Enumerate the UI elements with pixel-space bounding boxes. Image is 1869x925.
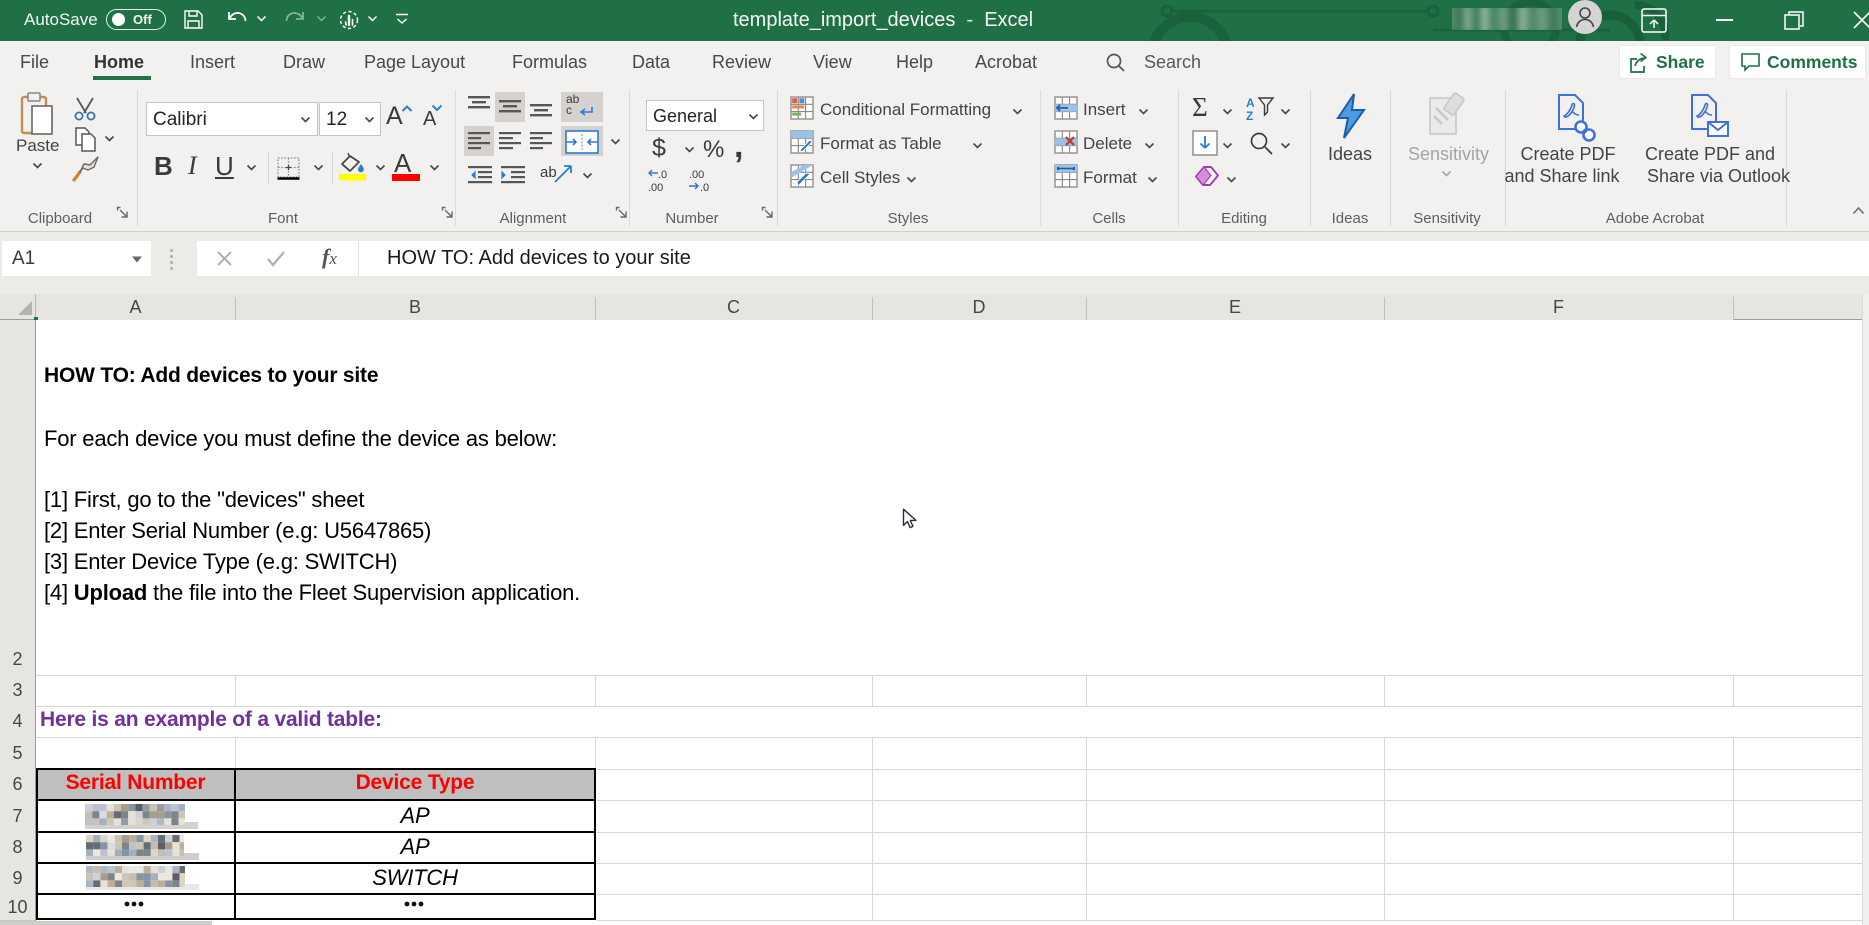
svg-text:.00: .00 — [648, 182, 663, 194]
svg-text:.0: .0 — [700, 182, 709, 194]
svg-text:.0: .0 — [658, 169, 667, 181]
svg-text:.00: .00 — [689, 169, 704, 181]
svg-text:A: A — [1246, 96, 1255, 110]
svg-text:Z: Z — [1246, 109, 1253, 122]
